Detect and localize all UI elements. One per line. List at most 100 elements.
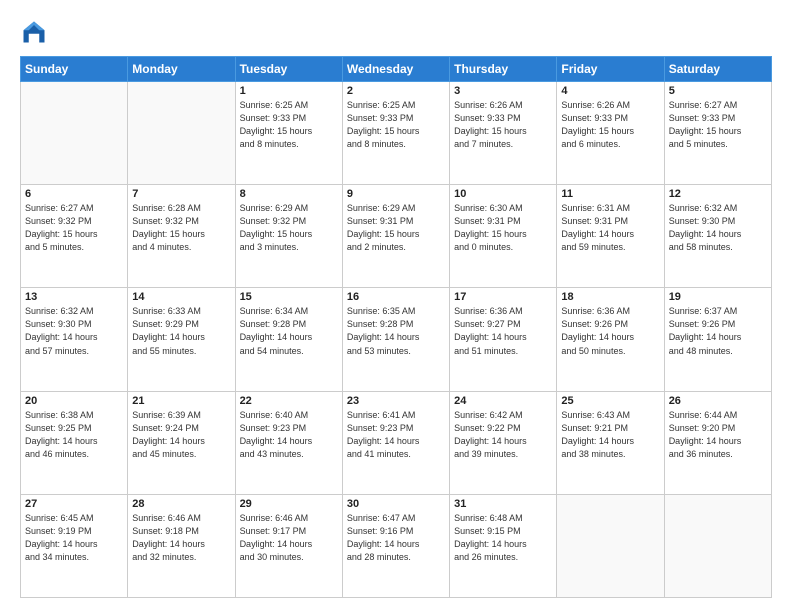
calendar-cell: 13 Sunrise: 6:32 AM Sunset: 9:30 PM Dayli… <box>21 288 128 391</box>
calendar-cell: 26 Sunrise: 6:44 AM Sunset: 9:20 PM Dayli… <box>664 391 771 494</box>
calendar-cell: 29 Sunrise: 6:46 AM Sunset: 9:17 PM Dayli… <box>235 494 342 597</box>
day-info: Sunrise: 6:35 AM Sunset: 9:28 PM Dayligh… <box>347 305 445 357</box>
calendar-cell: 10 Sunrise: 6:30 AM Sunset: 9:31 PM Dayli… <box>450 185 557 288</box>
calendar-week-2: 6 Sunrise: 6:27 AM Sunset: 9:32 PM Daylig… <box>21 185 772 288</box>
day-info: Sunrise: 6:41 AM Sunset: 9:23 PM Dayligh… <box>347 409 445 461</box>
day-info: Sunrise: 6:43 AM Sunset: 9:21 PM Dayligh… <box>561 409 659 461</box>
calendar-cell: 18Sunrise: 6:36 AM Sunset: 9:26 PM Dayli… <box>557 288 664 391</box>
day-info: Sunrise: 6:32 AM Sunset: 9:30 PM Dayligh… <box>669 202 767 254</box>
calendar-cell: 31Sunrise: 6:48 AM Sunset: 9:15 PM Dayli… <box>450 494 557 597</box>
day-number: 6 <box>25 188 123 200</box>
day-info: Sunrise: 6:27 AM Sunset: 9:32 PM Dayligh… <box>25 202 123 254</box>
calendar-cell: 16 Sunrise: 6:35 AM Sunset: 9:28 PM Dayli… <box>342 288 449 391</box>
day-number: 28 <box>132 498 230 510</box>
day-number: 7 <box>132 188 230 200</box>
day-info: Sunrise: 6:28 AM Sunset: 9:32 PM Dayligh… <box>132 202 230 254</box>
day-number: 16 <box>347 291 445 303</box>
weekday-header-friday: Friday <box>557 57 664 82</box>
day-info: Sunrise: 6:26 AM Sunset: 9:33 PM Dayligh… <box>454 99 552 151</box>
day-info: Sunrise: 6:36 AM Sunset: 9:26 PM Dayligh… <box>561 305 659 357</box>
calendar-table: SundayMondayTuesdayWednesdayThursdayFrid… <box>20 56 772 598</box>
day-info: Sunrise: 6:25 AM Sunset: 9:33 PM Dayligh… <box>240 99 338 151</box>
day-number: 19 <box>669 291 767 303</box>
calendar-cell: 1 Sunrise: 6:25 AM Sunset: 9:33 PM Daylig… <box>235 82 342 185</box>
day-info: Sunrise: 6:47 AM Sunset: 9:16 PM Dayligh… <box>347 512 445 564</box>
day-number: 24 <box>454 395 552 407</box>
calendar-cell: 8Sunrise: 6:29 AM Sunset: 9:32 PM Daylig… <box>235 185 342 288</box>
day-info: Sunrise: 6:29 AM Sunset: 9:31 PM Dayligh… <box>347 202 445 254</box>
weekday-header-sunday: Sunday <box>21 57 128 82</box>
weekday-header-thursday: Thursday <box>450 57 557 82</box>
calendar-cell: 21Sunrise: 6:39 AM Sunset: 9:24 PM Dayli… <box>128 391 235 494</box>
calendar-cell: 7 Sunrise: 6:28 AM Sunset: 9:32 PM Daylig… <box>128 185 235 288</box>
calendar-cell: 20Sunrise: 6:38 AM Sunset: 9:25 PM Dayli… <box>21 391 128 494</box>
day-info: Sunrise: 6:32 AM Sunset: 9:30 PM Dayligh… <box>25 305 123 357</box>
day-number: 12 <box>669 188 767 200</box>
calendar-cell: 25Sunrise: 6:43 AM Sunset: 9:21 PM Dayli… <box>557 391 664 494</box>
day-info: Sunrise: 6:26 AM Sunset: 9:33 PM Dayligh… <box>561 99 659 151</box>
day-number: 13 <box>25 291 123 303</box>
calendar-week-1: 1 Sunrise: 6:25 AM Sunset: 9:33 PM Daylig… <box>21 82 772 185</box>
day-info: Sunrise: 6:29 AM Sunset: 9:32 PM Dayligh… <box>240 202 338 254</box>
calendar-cell: 19Sunrise: 6:37 AM Sunset: 9:26 PM Dayli… <box>664 288 771 391</box>
day-info: Sunrise: 6:39 AM Sunset: 9:24 PM Dayligh… <box>132 409 230 461</box>
day-info: Sunrise: 6:25 AM Sunset: 9:33 PM Dayligh… <box>347 99 445 151</box>
day-number: 26 <box>669 395 767 407</box>
day-number: 29 <box>240 498 338 510</box>
day-info: Sunrise: 6:48 AM Sunset: 9:15 PM Dayligh… <box>454 512 552 564</box>
day-info: Sunrise: 6:30 AM Sunset: 9:31 PM Dayligh… <box>454 202 552 254</box>
day-info: Sunrise: 6:33 AM Sunset: 9:29 PM Dayligh… <box>132 305 230 357</box>
day-info: Sunrise: 6:34 AM Sunset: 9:28 PM Dayligh… <box>240 305 338 357</box>
calendar-week-5: 27 Sunrise: 6:45 AM Sunset: 9:19 PM Dayli… <box>21 494 772 597</box>
day-number: 3 <box>454 85 552 97</box>
calendar-week-4: 20Sunrise: 6:38 AM Sunset: 9:25 PM Dayli… <box>21 391 772 494</box>
day-info: Sunrise: 6:46 AM Sunset: 9:17 PM Dayligh… <box>240 512 338 564</box>
calendar-cell: 14 Sunrise: 6:33 AM Sunset: 9:29 PM Dayli… <box>128 288 235 391</box>
day-number: 4 <box>561 85 659 97</box>
calendar-cell: 23 Sunrise: 6:41 AM Sunset: 9:23 PM Dayli… <box>342 391 449 494</box>
calendar-cell: 28 Sunrise: 6:46 AM Sunset: 9:18 PM Dayli… <box>128 494 235 597</box>
day-number: 1 <box>240 85 338 97</box>
weekday-header-saturday: Saturday <box>664 57 771 82</box>
calendar-cell: 5 Sunrise: 6:27 AM Sunset: 9:33 PM Daylig… <box>664 82 771 185</box>
day-number: 2 <box>347 85 445 97</box>
calendar-cell <box>557 494 664 597</box>
weekday-header-monday: Monday <box>128 57 235 82</box>
weekday-header-row: SundayMondayTuesdayWednesdayThursdayFrid… <box>21 57 772 82</box>
calendar-cell: 3 Sunrise: 6:26 AM Sunset: 9:33 PM Daylig… <box>450 82 557 185</box>
day-info: Sunrise: 6:27 AM Sunset: 9:33 PM Dayligh… <box>669 99 767 151</box>
calendar-week-3: 13 Sunrise: 6:32 AM Sunset: 9:30 PM Dayli… <box>21 288 772 391</box>
day-number: 5 <box>669 85 767 97</box>
day-number: 11 <box>561 188 659 200</box>
logo <box>20 18 52 46</box>
day-number: 9 <box>347 188 445 200</box>
day-info: Sunrise: 6:36 AM Sunset: 9:27 PM Dayligh… <box>454 305 552 357</box>
calendar-cell: 12 Sunrise: 6:32 AM Sunset: 9:30 PM Dayli… <box>664 185 771 288</box>
calendar-cell: 24 Sunrise: 6:42 AM Sunset: 9:22 PM Dayli… <box>450 391 557 494</box>
day-info: Sunrise: 6:45 AM Sunset: 9:19 PM Dayligh… <box>25 512 123 564</box>
day-number: 20 <box>25 395 123 407</box>
day-number: 22 <box>240 395 338 407</box>
calendar-cell: 30 Sunrise: 6:47 AM Sunset: 9:16 PM Dayli… <box>342 494 449 597</box>
calendar-cell: 9 Sunrise: 6:29 AM Sunset: 9:31 PM Daylig… <box>342 185 449 288</box>
calendar-cell <box>128 82 235 185</box>
weekday-header-wednesday: Wednesday <box>342 57 449 82</box>
logo-icon <box>20 18 48 46</box>
weekday-header-tuesday: Tuesday <box>235 57 342 82</box>
day-number: 27 <box>25 498 123 510</box>
day-number: 14 <box>132 291 230 303</box>
day-number: 23 <box>347 395 445 407</box>
calendar-cell <box>21 82 128 185</box>
calendar-cell: 22Sunrise: 6:40 AM Sunset: 9:23 PM Dayli… <box>235 391 342 494</box>
header <box>20 18 772 46</box>
day-number: 17 <box>454 291 552 303</box>
calendar-cell: 11Sunrise: 6:31 AM Sunset: 9:31 PM Dayli… <box>557 185 664 288</box>
day-number: 10 <box>454 188 552 200</box>
day-info: Sunrise: 6:46 AM Sunset: 9:18 PM Dayligh… <box>132 512 230 564</box>
calendar-cell: 27 Sunrise: 6:45 AM Sunset: 9:19 PM Dayli… <box>21 494 128 597</box>
calendar-cell: 4 Sunrise: 6:26 AM Sunset: 9:33 PM Daylig… <box>557 82 664 185</box>
day-info: Sunrise: 6:44 AM Sunset: 9:20 PM Dayligh… <box>669 409 767 461</box>
calendar-cell: 2 Sunrise: 6:25 AM Sunset: 9:33 PM Daylig… <box>342 82 449 185</box>
day-info: Sunrise: 6:42 AM Sunset: 9:22 PM Dayligh… <box>454 409 552 461</box>
day-number: 30 <box>347 498 445 510</box>
